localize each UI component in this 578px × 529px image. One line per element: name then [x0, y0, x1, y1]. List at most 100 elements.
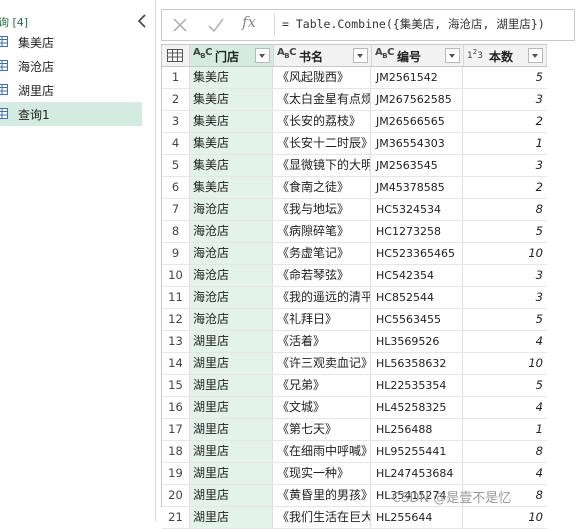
- cell-qty[interactable]: 2: [464, 177, 546, 198]
- cell-qty[interactable]: 8: [464, 199, 546, 220]
- cell-store[interactable]: 湖里店: [190, 353, 273, 374]
- filter-dropdown-icon[interactable]: [353, 48, 368, 63]
- table-row[interactable]: 18 湖里店 《在细雨中呼喊》 HL95255441 8: [162, 441, 547, 463]
- cell-qty[interactable]: 3: [464, 265, 546, 286]
- row-number[interactable]: 4: [162, 133, 190, 154]
- column-header-store[interactable]: ABC 门店: [190, 45, 274, 66]
- cell-qty[interactable]: 4: [464, 463, 546, 484]
- table-row[interactable]: 4 集美店 《长安十二时辰》 JM36554303 1: [162, 133, 547, 155]
- table-row[interactable]: 11海沧店《我的遥远的清平湾》HC8525443: [162, 287, 547, 309]
- filter-dropdown-icon[interactable]: [255, 48, 270, 63]
- row-number[interactable]: 11: [162, 287, 190, 308]
- cell-code[interactable]: JM36554303: [372, 133, 463, 154]
- cell-title[interactable]: 《病隙碎笔》: [274, 221, 371, 242]
- formula-input[interactable]: = Table.Combine({集美店, 海沧店, 湖里店}): [282, 16, 545, 32]
- table-row[interactable]: 15 湖里店 《兄弟》 HL22535354 5: [162, 375, 547, 397]
- table-row[interactable]: 12 海沧店 《礼拜日》 HC5563455 5: [162, 309, 547, 331]
- cell-code[interactable]: JM2561542: [372, 67, 463, 88]
- cell-title[interactable]: 《长安的荔枝》: [274, 111, 371, 132]
- cell-qty[interactable]: 1: [464, 133, 546, 154]
- row-number[interactable]: 3: [162, 111, 190, 132]
- cell-store[interactable]: 湖里店: [190, 397, 273, 418]
- cell-code[interactable]: JM267562585: [372, 89, 463, 110]
- table-row[interactable]: 7 海沧店 《我与地坛》 HC5324534 8: [162, 199, 547, 221]
- cell-code[interactable]: HL95255441: [372, 441, 463, 462]
- cell-qty[interactable]: 10: [464, 507, 546, 528]
- cell-qty[interactable]: 3: [464, 287, 546, 308]
- row-number[interactable]: 14: [162, 353, 190, 374]
- row-number[interactable]: 9: [162, 243, 190, 264]
- cell-title[interactable]: 《在细雨中呼喊》: [274, 441, 371, 462]
- cell-qty[interactable]: 5: [464, 309, 546, 330]
- cell-title[interactable]: 《务虚笔记》: [274, 243, 371, 264]
- cell-title[interactable]: 《我与地坛》: [274, 199, 371, 220]
- query-item-jimei[interactable]: 集美店: [0, 30, 142, 54]
- cell-code[interactable]: HC523365465: [372, 243, 463, 264]
- table-row[interactable]: 16 湖里店 《文城》 HL45258325 4: [162, 397, 547, 419]
- cell-store[interactable]: 海沧店: [190, 199, 273, 220]
- cell-title[interactable]: 《现实一种》: [274, 463, 371, 484]
- column-header-title[interactable]: ABC 书名: [274, 45, 372, 66]
- cell-qty[interactable]: 3: [464, 155, 546, 176]
- cell-store[interactable]: 湖里店: [190, 507, 273, 528]
- column-header-code[interactable]: ABC 编号: [372, 45, 464, 66]
- row-number[interactable]: 5: [162, 155, 190, 176]
- cell-qty[interactable]: 1: [464, 419, 546, 440]
- cell-store[interactable]: 集美店: [190, 89, 273, 110]
- cell-code[interactable]: JM26566565: [372, 111, 463, 132]
- cell-code[interactable]: HL247453684: [372, 463, 463, 484]
- cell-store[interactable]: 湖里店: [190, 419, 273, 440]
- cell-qty[interactable]: 4: [464, 331, 546, 352]
- cell-qty[interactable]: 5: [464, 375, 546, 396]
- cell-store[interactable]: 湖里店: [190, 375, 273, 396]
- cell-code[interactable]: HC542354: [372, 265, 463, 286]
- cell-qty[interactable]: 3: [464, 89, 546, 110]
- cell-store[interactable]: 集美店: [190, 177, 273, 198]
- cell-title[interactable]: 《许三观卖血记》: [274, 353, 371, 374]
- cell-code[interactable]: HL45258325: [372, 397, 463, 418]
- cell-code[interactable]: JM45378585: [372, 177, 463, 198]
- cell-store[interactable]: 湖里店: [190, 485, 273, 506]
- cell-title[interactable]: 《长安十二时辰》: [274, 133, 371, 154]
- row-number[interactable]: 17: [162, 419, 190, 440]
- table-row[interactable]: 5集美店《显微镜下的大明》JM25635453: [162, 155, 547, 177]
- table-row[interactable]: 14 湖里店 《许三观卖血记》 HL56358632 10: [162, 353, 547, 375]
- cell-code[interactable]: HL56358632: [372, 353, 463, 374]
- cell-title[interactable]: 《命若琴弦》: [274, 265, 371, 286]
- cell-store[interactable]: 湖里店: [190, 331, 273, 352]
- cell-store[interactable]: 集美店: [190, 155, 273, 176]
- cell-qty[interactable]: 10: [464, 243, 546, 264]
- fx-button[interactable]: fx: [242, 13, 262, 31]
- cell-code[interactable]: HL22535354: [372, 375, 463, 396]
- cell-store[interactable]: 集美店: [190, 111, 273, 132]
- table-row[interactable]: 21湖里店《我们生活在巨大的差距里》HL25564410: [162, 507, 547, 529]
- query-item-huli[interactable]: 湖里店: [0, 78, 142, 102]
- cell-store[interactable]: 海沧店: [190, 309, 273, 330]
- table-row[interactable]: 17 湖里店 《第七天》 HL256488 1: [162, 419, 547, 441]
- cell-store[interactable]: 海沧店: [190, 243, 273, 264]
- table-row[interactable]: 13 湖里店 《活着》 HL3569526 4: [162, 331, 547, 353]
- row-number[interactable]: 16: [162, 397, 190, 418]
- row-number[interactable]: 18: [162, 441, 190, 462]
- cell-qty[interactable]: 10: [464, 353, 546, 374]
- cell-store[interactable]: 集美店: [190, 67, 273, 88]
- table-row[interactable]: 19 湖里店 《现实一种》 HL247453684 4: [162, 463, 547, 485]
- filter-dropdown-icon[interactable]: [445, 48, 460, 63]
- cell-store[interactable]: 湖里店: [190, 441, 273, 462]
- cell-store[interactable]: 海沧店: [190, 221, 273, 242]
- row-number[interactable]: 21: [162, 507, 190, 528]
- cell-qty[interactable]: 2: [464, 111, 546, 132]
- cell-title[interactable]: 《风起陇西》: [274, 67, 371, 88]
- confirm-formula-button[interactable]: [207, 16, 227, 34]
- row-number[interactable]: 6: [162, 177, 190, 198]
- cell-title[interactable]: 《我们生活在巨大的差距里》: [274, 507, 371, 528]
- cell-store[interactable]: 海沧店: [190, 265, 273, 286]
- cell-code[interactable]: HL255644: [372, 507, 463, 528]
- cell-qty[interactable]: 5: [464, 67, 546, 88]
- cell-title[interactable]: 《我的遥远的清平湾》: [274, 287, 371, 308]
- cell-title[interactable]: 《第七天》: [274, 419, 371, 440]
- table-row[interactable]: 10 海沧店 《命若琴弦》 HC542354 3: [162, 265, 547, 287]
- cell-qty[interactable]: 5: [464, 221, 546, 242]
- cell-code[interactable]: HL3569526: [372, 331, 463, 352]
- cell-title[interactable]: 《太白金星有点烦》: [274, 89, 371, 110]
